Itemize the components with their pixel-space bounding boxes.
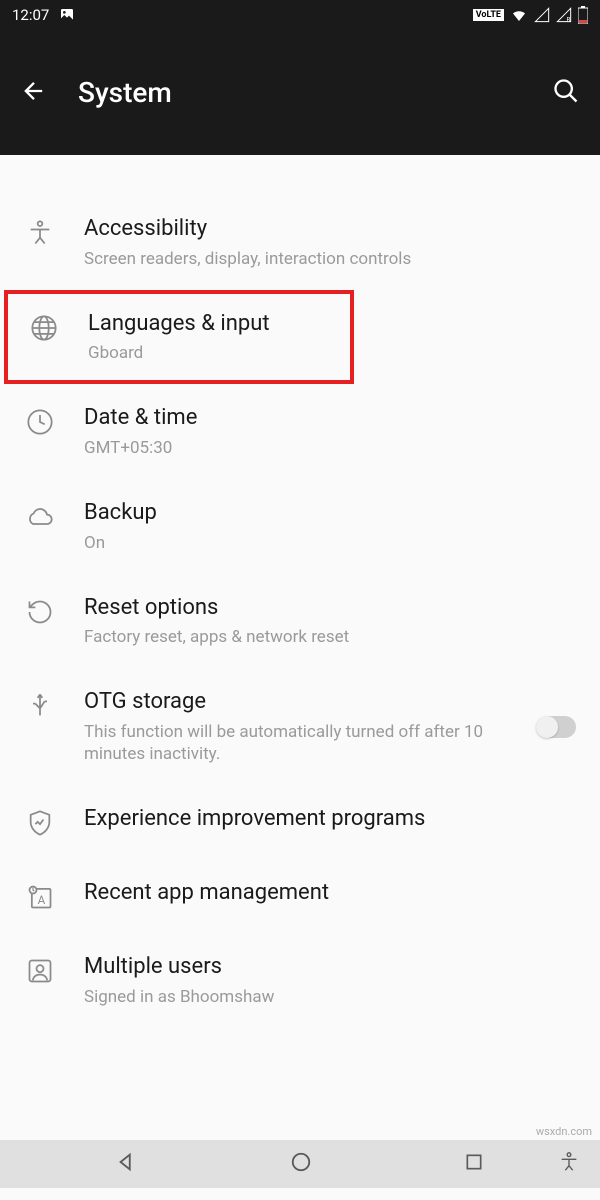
watermark: wsxdn.com (536, 1125, 592, 1138)
signal-secondary-icon: R (556, 7, 572, 23)
globe-icon (28, 312, 60, 344)
list-item-backup[interactable]: Backup On (0, 479, 600, 574)
item-title: Languages & input (88, 310, 330, 339)
otg-toggle[interactable] (536, 716, 576, 738)
list-item-languages[interactable]: Languages & input Gboard (4, 290, 354, 385)
list-item-accessibility[interactable]: Accessibility Screen readers, display, i… (0, 195, 600, 290)
status-time: 12:07 (12, 6, 49, 24)
nav-home-icon[interactable] (290, 1151, 312, 1177)
item-title: Reset options (84, 594, 576, 623)
status-bar: 12:07 VoLTE R (0, 0, 600, 30)
item-subtitle: Screen readers, display, interaction con… (84, 248, 576, 270)
item-subtitle: Gboard (88, 342, 330, 364)
back-icon[interactable] (20, 77, 48, 109)
item-title: Multiple users (84, 953, 576, 982)
navigation-bar (0, 1140, 600, 1188)
nav-recent-icon[interactable] (464, 1152, 484, 1176)
item-subtitle: On (84, 532, 576, 554)
battery-icon (578, 6, 588, 24)
nav-accessibility-icon[interactable] (558, 1151, 580, 1177)
volte-icon: VoLTE (473, 9, 504, 21)
clock-icon (24, 406, 56, 438)
accessibility-icon (24, 217, 56, 249)
cloud-icon (24, 501, 56, 533)
item-title: Date & time (84, 404, 576, 433)
item-title: Recent app management (84, 879, 576, 908)
page-title: System (78, 76, 522, 109)
item-subtitle: Signed in as Bhoomshaw (84, 986, 576, 1008)
item-subtitle: GMT+05:30 (84, 437, 576, 459)
svg-text:A: A (38, 893, 46, 907)
list-item-recent-apps[interactable]: A Recent app management (0, 859, 600, 933)
wifi-icon (510, 6, 528, 24)
list-item-reset[interactable]: Reset options Factory reset, apps & netw… (0, 574, 600, 669)
usb-icon (24, 690, 56, 722)
item-title: Backup (84, 499, 576, 528)
item-title: OTG storage (84, 688, 508, 717)
list-item-otg[interactable]: OTG storage This function will be automa… (0, 668, 600, 785)
item-title: Experience improvement programs (84, 805, 576, 834)
nav-back-icon[interactable] (116, 1151, 138, 1177)
shield-icon (24, 807, 56, 839)
signal-icon (534, 7, 550, 23)
item-subtitle: This function will be automatically turn… (84, 721, 508, 765)
recent-apps-icon: A (24, 881, 56, 913)
item-title: Accessibility (84, 215, 576, 244)
item-subtitle: Factory reset, apps & network reset (84, 626, 576, 648)
user-icon (24, 955, 56, 987)
svg-text:R: R (567, 17, 571, 23)
picture-icon (59, 7, 75, 23)
list-item-experience[interactable]: Experience improvement programs (0, 785, 600, 859)
reset-icon (24, 596, 56, 628)
list-item-datetime[interactable]: Date & time GMT+05:30 (0, 384, 600, 479)
search-icon[interactable] (552, 77, 580, 109)
list-item-users[interactable]: Multiple users Signed in as Bhoomshaw (0, 933, 600, 1028)
app-header: System (0, 30, 600, 155)
settings-list: Accessibility Screen readers, display, i… (0, 155, 600, 1028)
